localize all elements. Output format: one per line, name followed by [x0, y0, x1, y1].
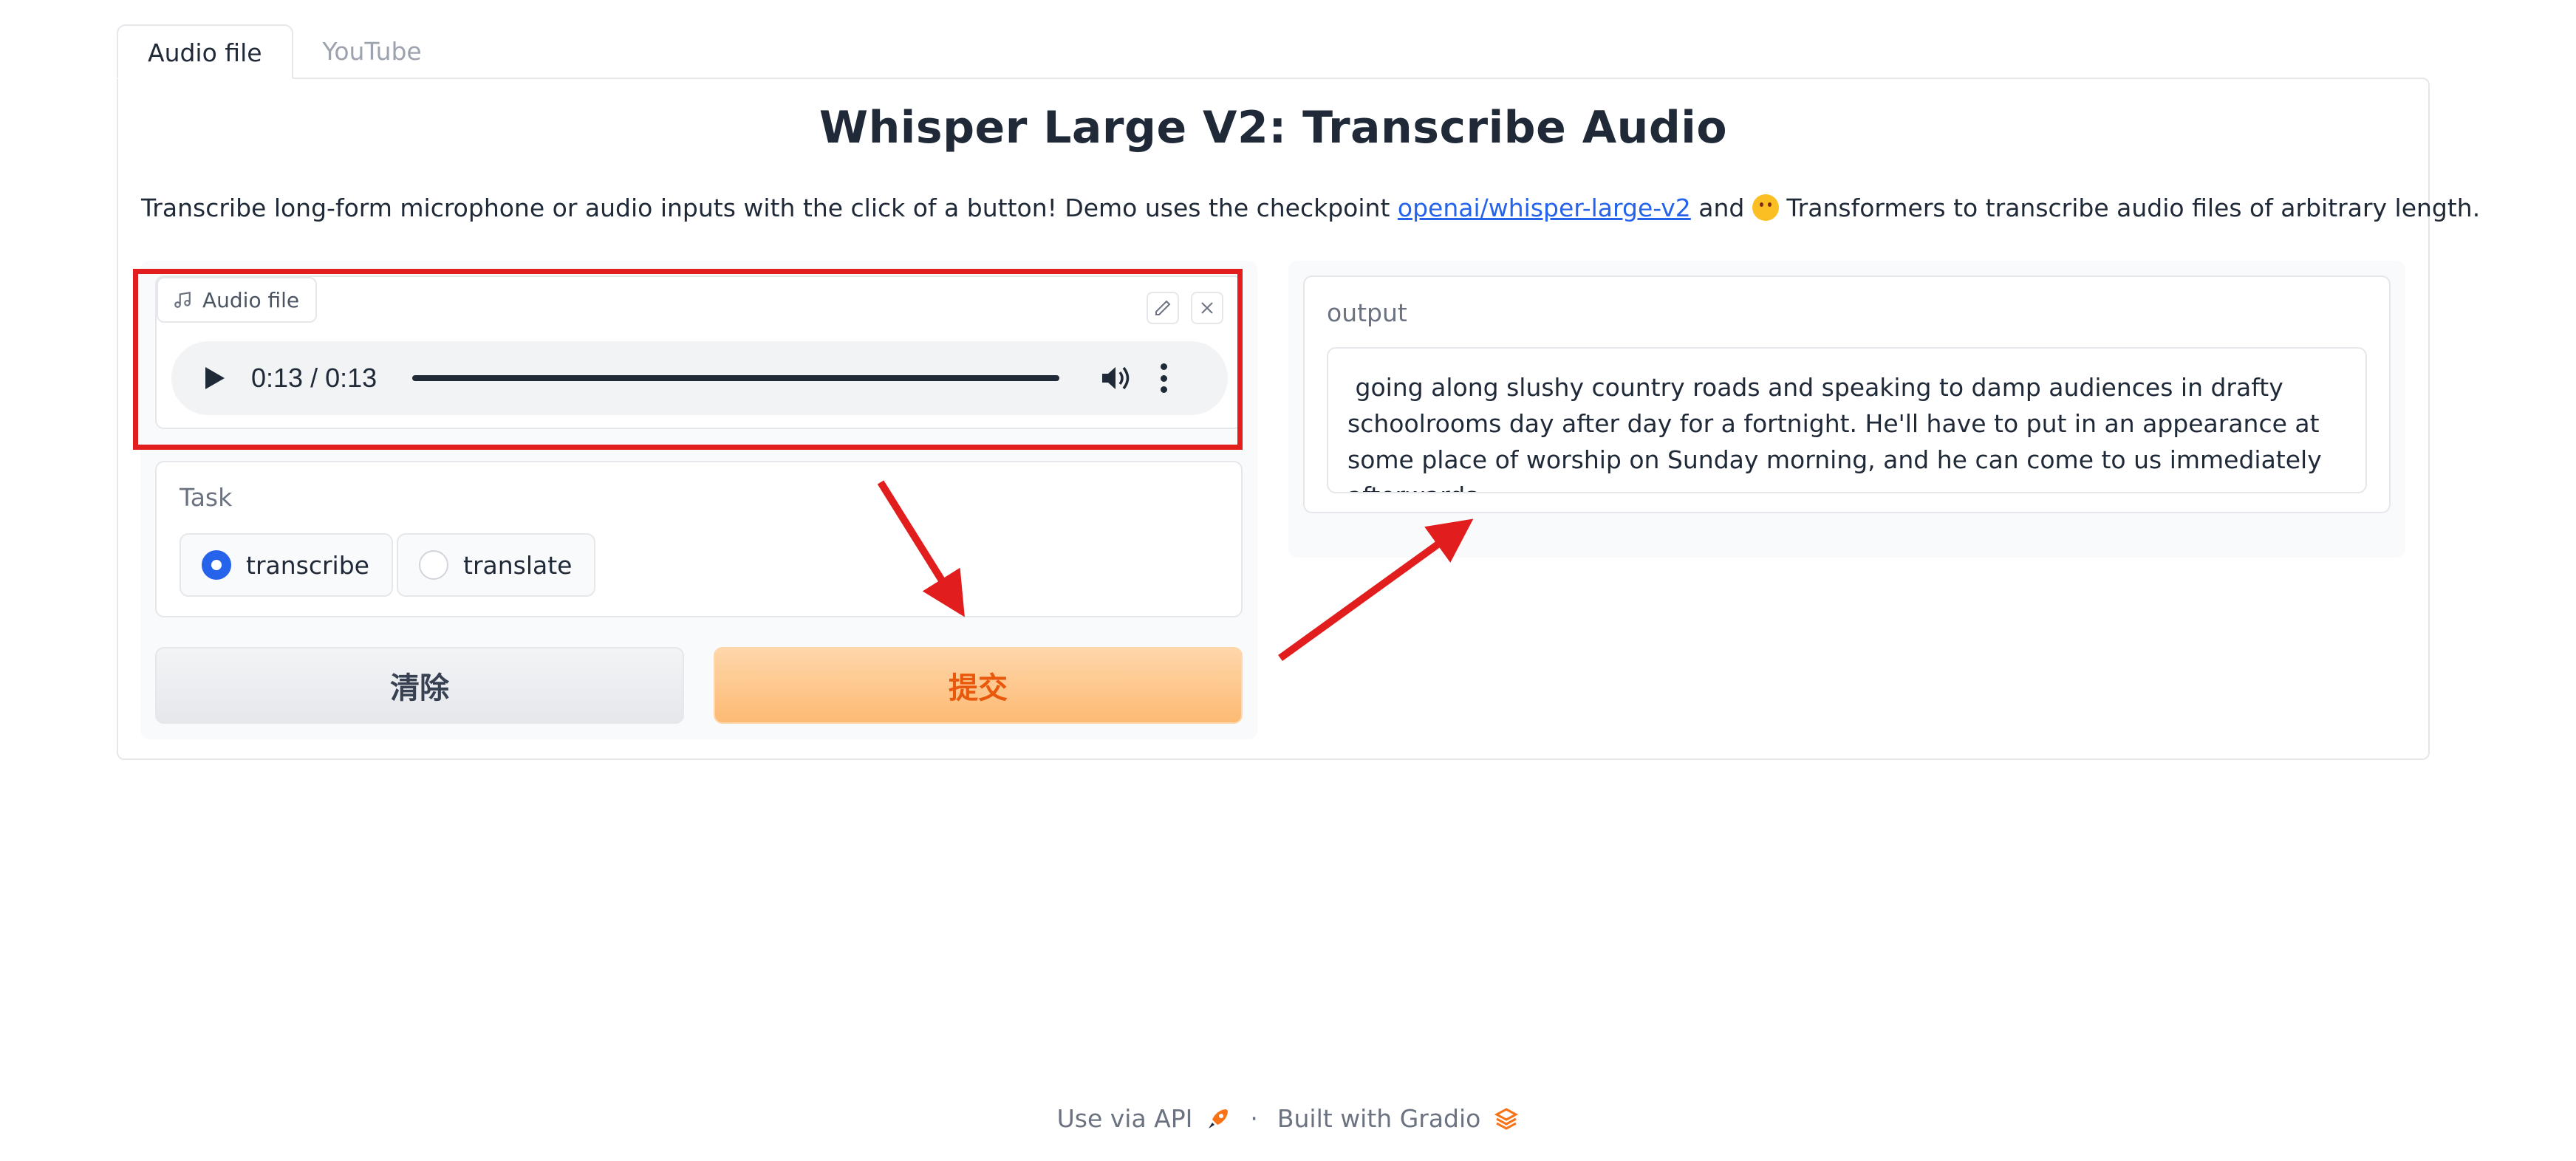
- output-label: output: [1327, 298, 1407, 327]
- music-note-icon: [173, 290, 192, 309]
- close-icon: [1201, 302, 1213, 314]
- radio-label: translate: [463, 550, 573, 580]
- clear-audio-button[interactable]: [1191, 292, 1223, 324]
- play-icon[interactable]: [204, 366, 226, 391]
- audio-label: Audio file: [157, 277, 318, 323]
- use-via-api-link[interactable]: Use via API: [1057, 1104, 1193, 1133]
- tab-audio-file[interactable]: Audio file: [117, 24, 293, 79]
- audio-label-text: Audio file: [202, 287, 300, 312]
- checkpoint-link[interactable]: openai/whisper-large-v2: [1398, 194, 1691, 222]
- built-with-gradio-link[interactable]: Built with Gradio: [1277, 1104, 1481, 1133]
- output-textbox[interactable]: going along slushy country roads and spe…: [1327, 347, 2367, 493]
- clear-button[interactable]: 清除: [155, 647, 684, 724]
- radio-indicator: [202, 550, 231, 580]
- description: Transcribe long-form microphone or audio…: [141, 194, 2480, 222]
- gradio-logo-icon: [1494, 1107, 1519, 1130]
- pencil-icon: [1155, 300, 1171, 315]
- edit-button[interactable]: [1147, 292, 1179, 324]
- radio-translate[interactable]: translate: [397, 533, 596, 597]
- radio-indicator: [419, 550, 448, 580]
- description-text: Transcribe long-form microphone or audio…: [141, 194, 1398, 222]
- description-text-2: and: [1690, 194, 1752, 222]
- more-options-icon[interactable]: [1160, 363, 1167, 393]
- audio-progress-bar[interactable]: [412, 375, 1060, 381]
- task-label: Task: [180, 483, 233, 512]
- footer-separator: ·: [1250, 1104, 1258, 1133]
- submit-button[interactable]: 提交: [714, 647, 1243, 724]
- radio-transcribe[interactable]: transcribe: [180, 533, 393, 597]
- audio-time: 0:13 / 0:13: [251, 363, 377, 393]
- description-text-3: Transformers to transcribe audio files o…: [1778, 194, 2481, 222]
- hugging-face-icon: [1752, 194, 1779, 221]
- footer: Use via API · Built with Gradio: [0, 1104, 2576, 1133]
- rocket-icon: [1209, 1109, 1229, 1129]
- radio-label: transcribe: [246, 550, 369, 580]
- tab-youtube[interactable]: YouTube: [293, 24, 451, 79]
- page-title: Whisper Large V2: Transcribe Audio: [819, 102, 1728, 154]
- audio-player: 0:13 / 0:13: [171, 341, 1228, 415]
- volume-icon[interactable]: [1101, 363, 1133, 393]
- tab-bar: Audio file YouTube: [117, 24, 451, 79]
